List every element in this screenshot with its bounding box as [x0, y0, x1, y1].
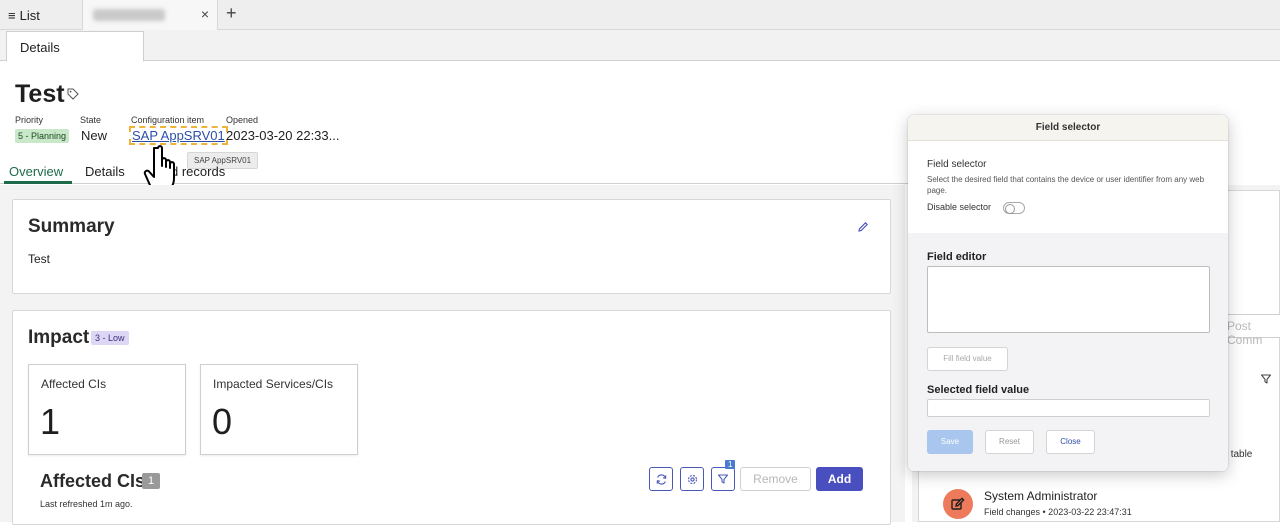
record-tabs: Overview Details d records	[0, 160, 910, 184]
priority-label: Priority	[15, 115, 44, 125]
hamburger-icon: ≡	[8, 7, 16, 23]
affected-cis-value: 1	[40, 401, 61, 442]
ci-label: Configuration item	[131, 115, 205, 125]
refresh-icon	[655, 473, 668, 486]
list-tab-label: List	[19, 7, 40, 23]
disable-selector-toggle[interactable]	[1003, 202, 1025, 214]
tab-details-inner[interactable]: Details	[85, 164, 125, 179]
list-tab[interactable]: ≡ List	[0, 0, 48, 30]
summary-card	[12, 199, 891, 294]
selected-field-value-title: Selected field value	[927, 384, 1030, 396]
filter-count-badge: 1	[725, 460, 736, 469]
redacted-tab-title	[93, 9, 165, 21]
impact-title: Impact	[28, 327, 90, 348]
post-comment-label: Post Comm	[1227, 319, 1263, 347]
selector-section-title: Field selector	[927, 159, 987, 170]
affected-cis-count: 1	[142, 473, 161, 489]
tab-details[interactable]: Details	[6, 31, 144, 62]
field-editor-textarea[interactable]	[927, 266, 1210, 333]
impacted-services-value: 0	[212, 401, 233, 442]
affected-cis-label: Affected CIs	[41, 377, 107, 391]
state-value: New	[81, 128, 108, 143]
sub-tab-strip: Details	[0, 30, 1280, 62]
selected-field-value-input[interactable]	[927, 399, 1210, 417]
activity-meta: Field changes • 2023-03-22 23:47:31	[984, 507, 1132, 517]
post-comment-button[interactable]: Post Comm	[1226, 314, 1280, 347]
tag-icon[interactable]	[67, 88, 79, 100]
disable-selector-label: Disable selector	[927, 202, 992, 212]
selector-description: Select the desired field that contains t…	[927, 175, 1205, 195]
opened-label: Opened	[226, 115, 259, 125]
impact-badge: 3 - Low	[91, 331, 129, 345]
record-title: Test	[15, 80, 65, 108]
state-label: State	[80, 115, 102, 125]
edit-icon	[950, 496, 966, 512]
opened-value: 2023-03-20 22:33...	[226, 128, 340, 143]
summary-title: Summary	[28, 216, 115, 237]
reset-button[interactable]: Reset	[985, 430, 1034, 454]
popup-header: Field selector	[908, 115, 1228, 141]
pencil-icon[interactable]	[857, 221, 869, 233]
impacted-services-stat[interactable]: Impacted Services/CIs 0	[200, 364, 358, 455]
avatar	[943, 489, 973, 519]
summary-text: Test	[28, 252, 51, 266]
remove-button[interactable]: Remove	[740, 467, 811, 491]
refresh-button[interactable]	[649, 467, 673, 491]
field-selector-popup: Field selector Field selector Select the…	[908, 115, 1228, 471]
activity-filter-icon[interactable]	[1260, 373, 1272, 385]
last-refreshed-text: Last refreshed 1m ago.	[40, 499, 133, 509]
new-tab-button[interactable]: +	[226, 3, 237, 24]
affected-cis-title: Affected CIs	[40, 471, 146, 491]
affected-cis-stat[interactable]: Affected CIs 1	[28, 364, 186, 455]
filter-button[interactable]	[711, 467, 735, 491]
record-tab[interactable]: ×	[82, 0, 218, 30]
active-tab-indicator	[4, 181, 72, 184]
save-button[interactable]: Save	[927, 430, 973, 454]
field-editor-title: Field editor	[927, 251, 987, 263]
impacted-services-label: Impacted Services/CIs	[213, 377, 334, 391]
fill-field-value-button[interactable]: Fill field value	[927, 347, 1008, 371]
close-button[interactable]: Close	[1046, 430, 1095, 454]
add-button[interactable]: Add	[816, 467, 863, 491]
tab-overview[interactable]: Overview	[9, 164, 63, 179]
settings-button[interactable]	[680, 467, 704, 491]
activity-author: System Administrator	[984, 489, 1098, 503]
gear-icon	[686, 473, 699, 486]
priority-badge: 5 - Planning	[15, 129, 70, 143]
activity-table-text: ' table	[1226, 449, 1253, 460]
filter-icon	[717, 473, 729, 485]
close-icon[interactable]: ×	[201, 6, 209, 22]
browser-tab-bar: ≡ List × +	[0, 0, 1280, 30]
